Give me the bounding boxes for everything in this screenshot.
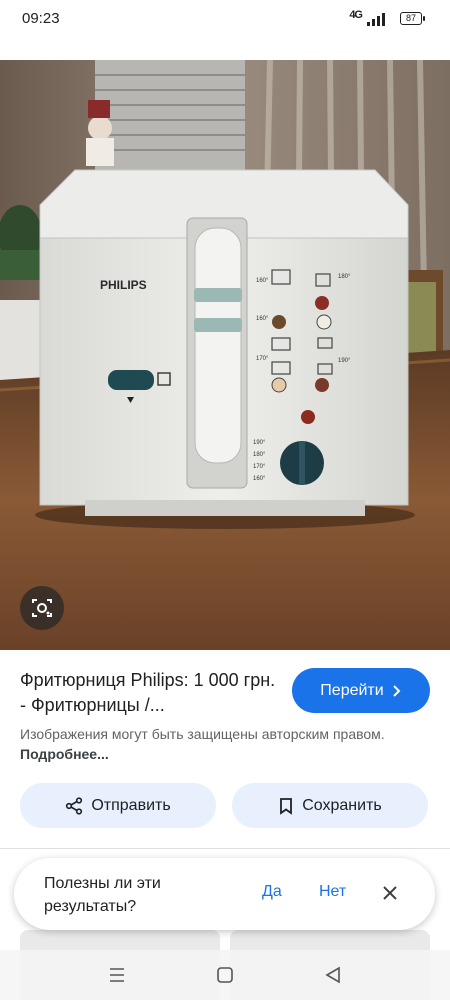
knob-temp-1: 190° — [253, 440, 266, 446]
result-image[interactable]: PHILIPS 160° 180° 160° 170° 190° 190° 18… — [0, 60, 450, 650]
bookmark-icon — [280, 797, 293, 815]
visual-search-button[interactable] — [20, 586, 64, 630]
network-indicator: 4G — [349, 9, 363, 21]
copyright-notice: Изображения могут быть защищены авторски… — [20, 724, 420, 764]
feedback-question: Полезны ли эти результаты? — [44, 875, 161, 915]
chevron-right-icon — [392, 684, 401, 697]
brand-label: PHILIPS — [100, 278, 147, 292]
visit-button[interactable]: Перейти — [292, 668, 430, 713]
panel-temp-3: 160° — [256, 316, 269, 322]
feedback-yes-button[interactable]: Да — [262, 883, 282, 901]
home-nav-icon[interactable] — [213, 964, 237, 986]
save-label: Сохранить — [302, 796, 382, 814]
close-icon[interactable] — [380, 883, 400, 903]
panel-temp-5: 190° — [338, 358, 351, 364]
save-button[interactable]: Сохранить — [232, 783, 428, 828]
panel-temp-4: 170° — [256, 356, 269, 362]
share-icon — [66, 796, 83, 815]
status-time: 09:23 — [22, 10, 60, 27]
divider — [0, 848, 450, 849]
panel-temp-1: 160° — [256, 278, 269, 284]
system-nav-bar — [0, 950, 450, 1000]
knob-temp-4: 160° — [253, 476, 266, 482]
camera-lens-icon — [32, 599, 52, 617]
feedback-no-button[interactable]: Нет — [319, 883, 346, 901]
battery-indicator: 87 — [400, 12, 425, 25]
panel-temp-2: 180° — [338, 274, 351, 280]
deep-fryer-photo: PHILIPS 160° 180° 160° 170° 190° 190° 18… — [0, 60, 450, 650]
knob-temp-3: 170° — [253, 464, 266, 470]
menu-nav-icon[interactable] — [105, 964, 129, 986]
feedback-card: Полезны ли эти результаты? Да Нет — [14, 858, 435, 930]
learn-more-link[interactable]: Подробнее... — [20, 746, 109, 762]
back-nav-icon[interactable] — [321, 964, 345, 986]
signal-icon — [367, 13, 385, 26]
status-bar: 09:23 4G 87 — [0, 0, 450, 40]
copyright-text: Изображения могут быть защищены авторски… — [20, 726, 385, 742]
share-button[interactable]: Отправить — [20, 783, 216, 828]
share-label: Отправить — [91, 796, 171, 814]
result-title[interactable]: Фритюрниця Philips: 1 000 грн. - Фритюрн… — [20, 668, 282, 718]
knob-temp-2: 180° — [253, 452, 266, 458]
visit-button-label: Перейти — [320, 681, 384, 699]
